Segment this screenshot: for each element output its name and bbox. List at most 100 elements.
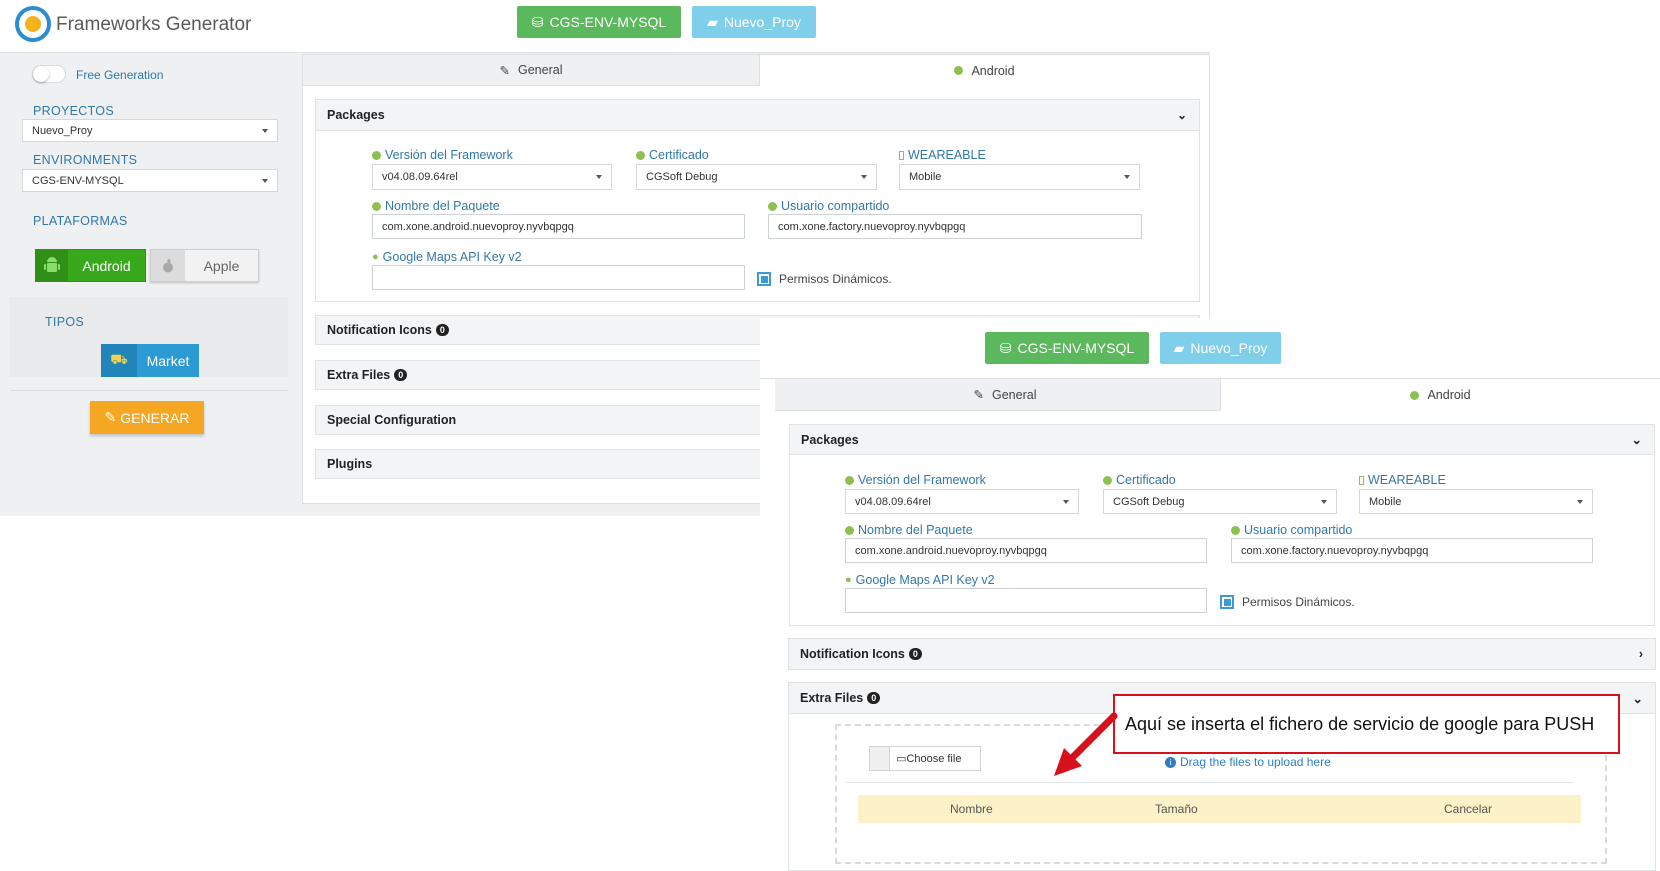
- packages-header[interactable]: Packages ⌄: [789, 424, 1655, 455]
- certificado-label: Certificado: [636, 148, 709, 162]
- wearable-select[interactable]: Mobile: [899, 164, 1140, 190]
- edit-icon: ✎: [499, 63, 510, 78]
- edit-icon: ✎: [973, 388, 984, 402]
- chevron-down-icon: [1321, 499, 1327, 504]
- framework-select[interactable]: v04.08.09.64rel: [372, 164, 612, 190]
- environments-select[interactable]: CGS-ENV-MYSQL: [22, 169, 278, 192]
- free-generation-toggle[interactable]: [32, 65, 66, 83]
- plataformas-label: PLATAFORMAS: [33, 214, 128, 228]
- certificate-icon: [636, 150, 645, 160]
- watch-icon: [1359, 475, 1364, 485]
- notification-icons-header[interactable]: Notification Icons 0 ›: [788, 638, 1656, 670]
- usuario-label: Usuario compartido: [1231, 523, 1352, 537]
- usuario-input[interactable]: com.xone.factory.nuevoproy.nyvbqpgq: [1231, 538, 1593, 563]
- environment-button[interactable]: ⛁ CGS-ENV-MYSQL: [517, 6, 681, 38]
- platform-android-button[interactable]: Android: [35, 249, 146, 282]
- chevron-down-icon: ⌄: [1632, 691, 1643, 706]
- folder-open-icon: ▭: [896, 753, 907, 765]
- maps-input[interactable]: [372, 265, 745, 290]
- tab-general[interactable]: ✎ General: [775, 379, 1235, 411]
- column-nombre: Nombre: [950, 802, 993, 816]
- permisos-checkbox[interactable]: [757, 272, 771, 286]
- certificado-label: Certificado: [1103, 473, 1176, 487]
- android-icon: [1410, 390, 1420, 400]
- chevron-down-icon: [861, 175, 867, 179]
- environment-button[interactable]: ⛁ CGS-ENV-MYSQL: [985, 332, 1149, 364]
- permisos-checkbox[interactable]: [1220, 595, 1234, 609]
- android-icon: [954, 66, 964, 75]
- annotation-callout: Aquí se inserta el fichero de servicio d…: [1113, 694, 1620, 754]
- android-icon: [845, 475, 854, 485]
- info-icon: i: [1165, 756, 1176, 768]
- chevron-down-icon: [262, 128, 268, 133]
- map-marker-icon: ●: [845, 574, 852, 586]
- permisos-label: Permisos Dinámicos.: [1242, 595, 1355, 609]
- proyectos-select[interactable]: Nuevo_Proy: [22, 119, 278, 142]
- project-button[interactable]: ▰ Nuevo_Proy: [1160, 332, 1281, 364]
- user-icon: [768, 201, 777, 211]
- wearable-label: WEAREABLE: [1359, 473, 1446, 487]
- generar-button[interactable]: ✎ GENERAR: [90, 401, 204, 434]
- chevron-down-icon: [1063, 499, 1069, 504]
- android-icon: [372, 150, 381, 160]
- magic-wand-icon: ✎: [104, 409, 117, 425]
- chevron-right-icon: ›: [1638, 647, 1643, 661]
- user-icon: [1231, 525, 1240, 535]
- upload-table-header: Nombre Tamaño Cancelar: [858, 795, 1581, 823]
- paquete-label: Nombre del Paquete: [372, 199, 500, 213]
- cubes-icon: ⛁: [531, 13, 544, 30]
- extra-files-count-badge: 0: [867, 692, 881, 704]
- maps-label: ● Google Maps API Key v2: [372, 250, 522, 264]
- certificate-icon: [1103, 475, 1112, 485]
- usuario-input[interactable]: com.xone.factory.nuevoproy.nyvbqpgq: [768, 214, 1142, 239]
- tab-android[interactable]: Android: [1220, 379, 1660, 411]
- briefcase-icon: ▰: [707, 13, 718, 30]
- free-generation-label: Free Generation: [76, 68, 164, 82]
- zoomed-window: ⛁ CGS-ENV-MYSQL ▰ Nuevo_Proy ✎ General Andr…: [760, 318, 1660, 871]
- certificado-select[interactable]: CGSoft Debug: [636, 164, 877, 190]
- paquete-input[interactable]: com.xone.android.nuevoproy.nyvbqpgq: [372, 214, 745, 239]
- framework-select[interactable]: v04.08.09.64rel: [845, 489, 1079, 514]
- chevron-down-icon: ⌄: [1631, 433, 1642, 447]
- framework-label: Versión del Framework: [845, 473, 986, 487]
- apple-icon: [151, 250, 185, 281]
- extra-files-count-badge: 0: [394, 369, 408, 381]
- chevron-down-icon: ⌄: [1176, 108, 1187, 122]
- framework-label: Versión del Framework: [372, 148, 513, 162]
- tipos-label: TIPOS: [45, 315, 85, 329]
- usuario-label: Usuario compartido: [768, 199, 889, 213]
- platform-apple-button[interactable]: Apple: [150, 249, 259, 282]
- paquete-label: Nombre del Paquete: [845, 523, 973, 537]
- tab-android[interactable]: Android: [759, 55, 1209, 86]
- android-icon: [36, 250, 68, 281]
- cart-icon: ⛟: [101, 344, 137, 377]
- market-button[interactable]: ⛟ Market: [101, 344, 199, 377]
- project-button[interactable]: ▰ Nuevo_Proy: [692, 6, 816, 38]
- maps-input[interactable]: [845, 588, 1207, 613]
- app-title: Frameworks Generator: [56, 14, 252, 35]
- environments-label: ENVIRONMENTS: [33, 153, 138, 167]
- chevron-down-icon: [1577, 499, 1583, 504]
- certificado-select[interactable]: CGSoft Debug: [1103, 489, 1337, 514]
- maps-label: ● Google Maps API Key v2: [845, 573, 995, 587]
- annotation-arrow-icon: [1054, 712, 1118, 776]
- sidebar-divider: [10, 390, 288, 391]
- column-cancelar: Cancelar: [1444, 802, 1493, 816]
- notification-count-badge: 0: [435, 324, 449, 336]
- wearable-select[interactable]: Mobile: [1359, 489, 1593, 514]
- paquete-input[interactable]: com.xone.android.nuevoproy.nyvbqpgq: [845, 538, 1207, 563]
- permisos-label: Permisos Dinámicos.: [779, 272, 892, 286]
- map-marker-icon: ●: [372, 251, 379, 263]
- chevron-down-icon: [1124, 175, 1130, 179]
- wearable-label: WEAREABLE: [899, 148, 986, 162]
- packages-header[interactable]: Packages ⌄: [315, 99, 1200, 131]
- package-icon: [845, 525, 854, 535]
- choose-file-button[interactable]: ▭ Choose file: [869, 746, 981, 771]
- drag-hint: i Drag the files to upload here: [1165, 755, 1331, 769]
- divider: [846, 782, 1574, 783]
- chevron-down-icon: [262, 178, 268, 183]
- briefcase-icon: ▰: [1173, 339, 1185, 356]
- proyectos-label: PROYECTOS: [33, 104, 114, 118]
- tab-general[interactable]: ✎ General: [303, 55, 759, 86]
- app-logo: [15, 6, 51, 42]
